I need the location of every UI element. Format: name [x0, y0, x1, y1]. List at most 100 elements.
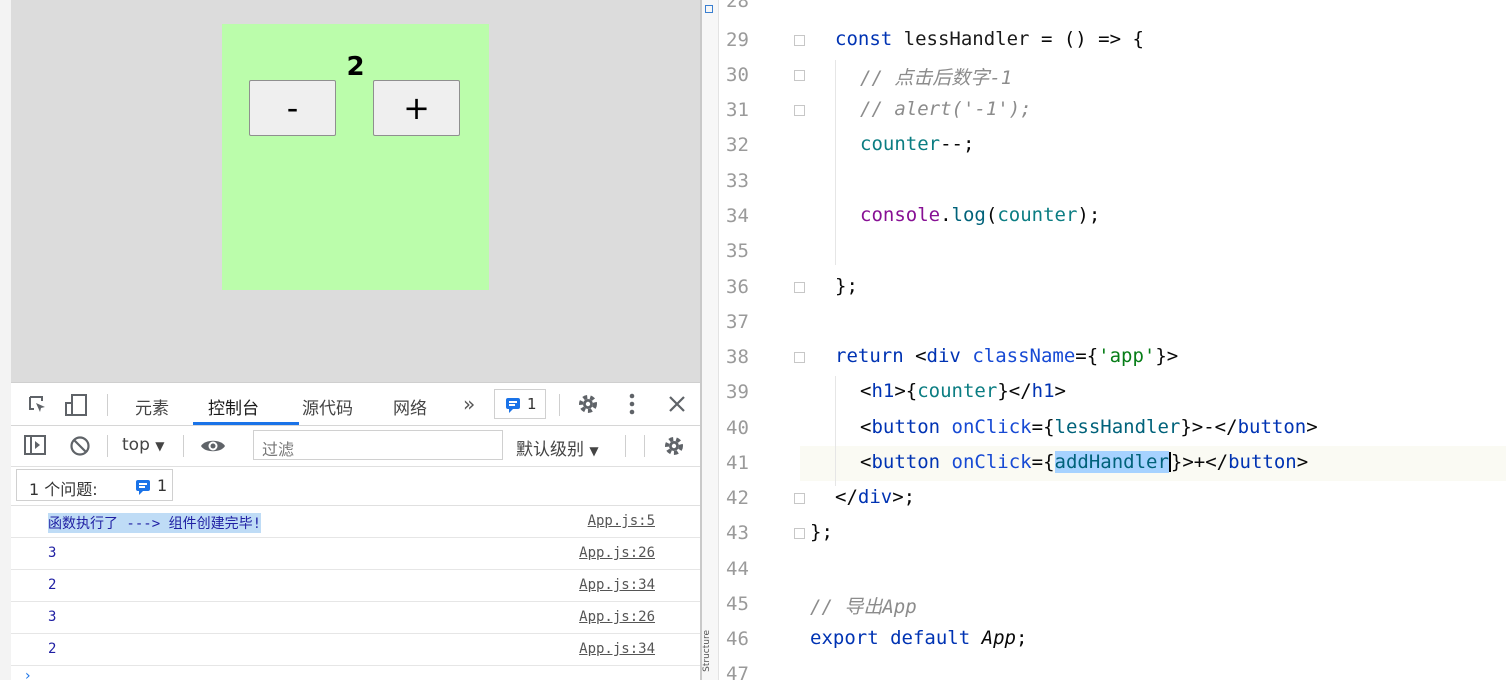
- eye-icon[interactable]: [200, 437, 226, 459]
- close-icon[interactable]: [668, 395, 686, 417]
- token-text: .: [940, 204, 952, 226]
- fold-toggle-icon[interactable]: [794, 35, 805, 46]
- more-options-icon[interactable]: [628, 393, 636, 419]
- tab-network[interactable]: 网络: [393, 394, 427, 419]
- line-number: 28: [726, 0, 749, 12]
- fold-toggle-icon[interactable]: [794, 105, 805, 116]
- separator: [183, 435, 184, 457]
- token-text: ;: [1015, 627, 1028, 649]
- code-line-42: </div>;: [835, 486, 915, 508]
- context-selector[interactable]: top ▼: [122, 435, 165, 455]
- token-text: ={: [1031, 416, 1055, 438]
- decrement-button[interactable]: -: [249, 80, 336, 136]
- token-tag: button: [871, 416, 941, 438]
- line-number: 34: [726, 205, 749, 227]
- line-number: 38: [726, 346, 749, 368]
- issues-button[interactable]: 1 个问题: 1: [16, 469, 173, 501]
- code-line-41: <button onClick={addHandler}>+</button>: [860, 451, 1308, 473]
- token-tag: button: [1228, 451, 1297, 473]
- line-number: 41: [726, 452, 749, 474]
- clear-console-icon[interactable]: [69, 435, 91, 461]
- token-text: (: [985, 204, 998, 226]
- token-tag: button: [1237, 416, 1307, 438]
- message-icon: [506, 398, 520, 413]
- issues-count: 1: [157, 476, 168, 495]
- token-object: console: [860, 204, 941, 226]
- indent-guide: [835, 60, 836, 265]
- devtools-tabbar: 元素 控制台 源代码 网络 » 1: [11, 383, 700, 426]
- log-message: 3: [48, 545, 57, 561]
- fold-toggle-icon[interactable]: [794, 352, 805, 363]
- token-variable: lessHandler: [1054, 416, 1181, 438]
- dropdown-arrow-icon: ▼: [155, 439, 165, 453]
- fold-toggle-icon[interactable]: [794, 282, 805, 293]
- console-prompt-icon[interactable]: ›: [25, 668, 31, 680]
- code-line-36: };: [835, 275, 858, 297]
- log-source-link[interactable]: App.js:34: [579, 577, 655, 593]
- token-tag: button: [871, 451, 941, 473]
- code-line-29: const lessHandler = () => {: [835, 28, 1144, 50]
- fold-toggle-icon[interactable]: [794, 528, 805, 539]
- fold-toggle-icon[interactable]: [794, 70, 805, 81]
- tab-sources[interactable]: 源代码: [302, 394, 353, 419]
- console-settings-gear-icon[interactable]: [662, 434, 686, 462]
- token-attribute: className: [972, 345, 1076, 367]
- selected-text[interactable]: addHandler: [1054, 451, 1169, 473]
- more-tabs-button[interactable]: »: [463, 392, 475, 416]
- line-number: 32: [726, 134, 749, 156]
- tab-console[interactable]: 控制台: [208, 394, 259, 419]
- log-row: 2 App.js:34: [11, 634, 700, 666]
- code-line-39: <h1>{counter}</h1>: [860, 380, 1066, 402]
- messages-badge[interactable]: 1: [494, 389, 546, 419]
- browser-edge: [0, 0, 11, 680]
- log-row: 2 App.js:34: [11, 570, 700, 602]
- log-source-link[interactable]: App.js:26: [579, 609, 655, 625]
- token-text: >: [1306, 416, 1318, 438]
- browser-pane: 2 - + 元素 控制台 源代码 网络 » 1 top ▼ 过滤 默认级别 ▼ …: [0, 0, 700, 680]
- fold-toggle-icon[interactable]: [794, 493, 805, 504]
- token-keyword: default: [890, 627, 971, 649]
- issue-icon: [136, 480, 150, 495]
- issues-label: 1 个问题:: [29, 480, 98, 499]
- separator: [107, 435, 108, 457]
- line-number: 36: [726, 276, 749, 298]
- log-message: 2: [48, 641, 57, 657]
- line-number: 39: [726, 381, 749, 403]
- filter-input[interactable]: 过滤: [253, 430, 503, 460]
- token-function: log: [951, 204, 986, 226]
- log-row: 3 App.js:26: [11, 602, 700, 634]
- line-number: 47: [726, 663, 749, 680]
- code-line-38: return <div className={'app'}>: [835, 345, 1178, 367]
- token-variable: counter: [917, 380, 998, 402]
- show-sidebar-icon[interactable]: [24, 435, 46, 459]
- log-source-link[interactable]: App.js:5: [588, 513, 655, 529]
- token-text: ={: [1031, 451, 1055, 473]
- structure-tab[interactable]: Structure: [702, 630, 718, 672]
- token-attribute: onClick: [951, 416, 1032, 438]
- token-keyword: export: [810, 627, 879, 649]
- log-source-link[interactable]: App.js:34: [579, 641, 655, 657]
- line-number: 43: [726, 522, 749, 544]
- page-viewport: 2 - +: [11, 0, 700, 382]
- token-text: }</: [997, 380, 1032, 402]
- tab-elements[interactable]: 元素: [135, 394, 169, 419]
- token-text: );: [1077, 204, 1101, 226]
- line-number: 29: [726, 29, 749, 51]
- inspect-element-icon[interactable]: [27, 394, 49, 420]
- line-number: 31: [726, 99, 749, 121]
- log-levels-dropdown[interactable]: 默认级别 ▼: [516, 435, 599, 460]
- console-log-list: 函数执行了 ---> 组件创建完毕! App.js:5 3 App.js:26 …: [11, 506, 700, 666]
- log-source-link[interactable]: App.js:26: [579, 545, 655, 561]
- token-string: 'app': [1098, 345, 1156, 367]
- log-row: 3 App.js:26: [11, 538, 700, 570]
- device-toolbar-icon[interactable]: [64, 393, 90, 421]
- token-identifier: lessHandler: [903, 28, 1030, 50]
- code-editor[interactable]: Structure 28 29 30 31 32 33 34 35 36 37 …: [702, 0, 1506, 680]
- token-keyword: const: [835, 28, 893, 50]
- settings-gear-icon[interactable]: [576, 392, 600, 420]
- context-value: top: [122, 435, 150, 455]
- increment-button[interactable]: +: [373, 80, 460, 136]
